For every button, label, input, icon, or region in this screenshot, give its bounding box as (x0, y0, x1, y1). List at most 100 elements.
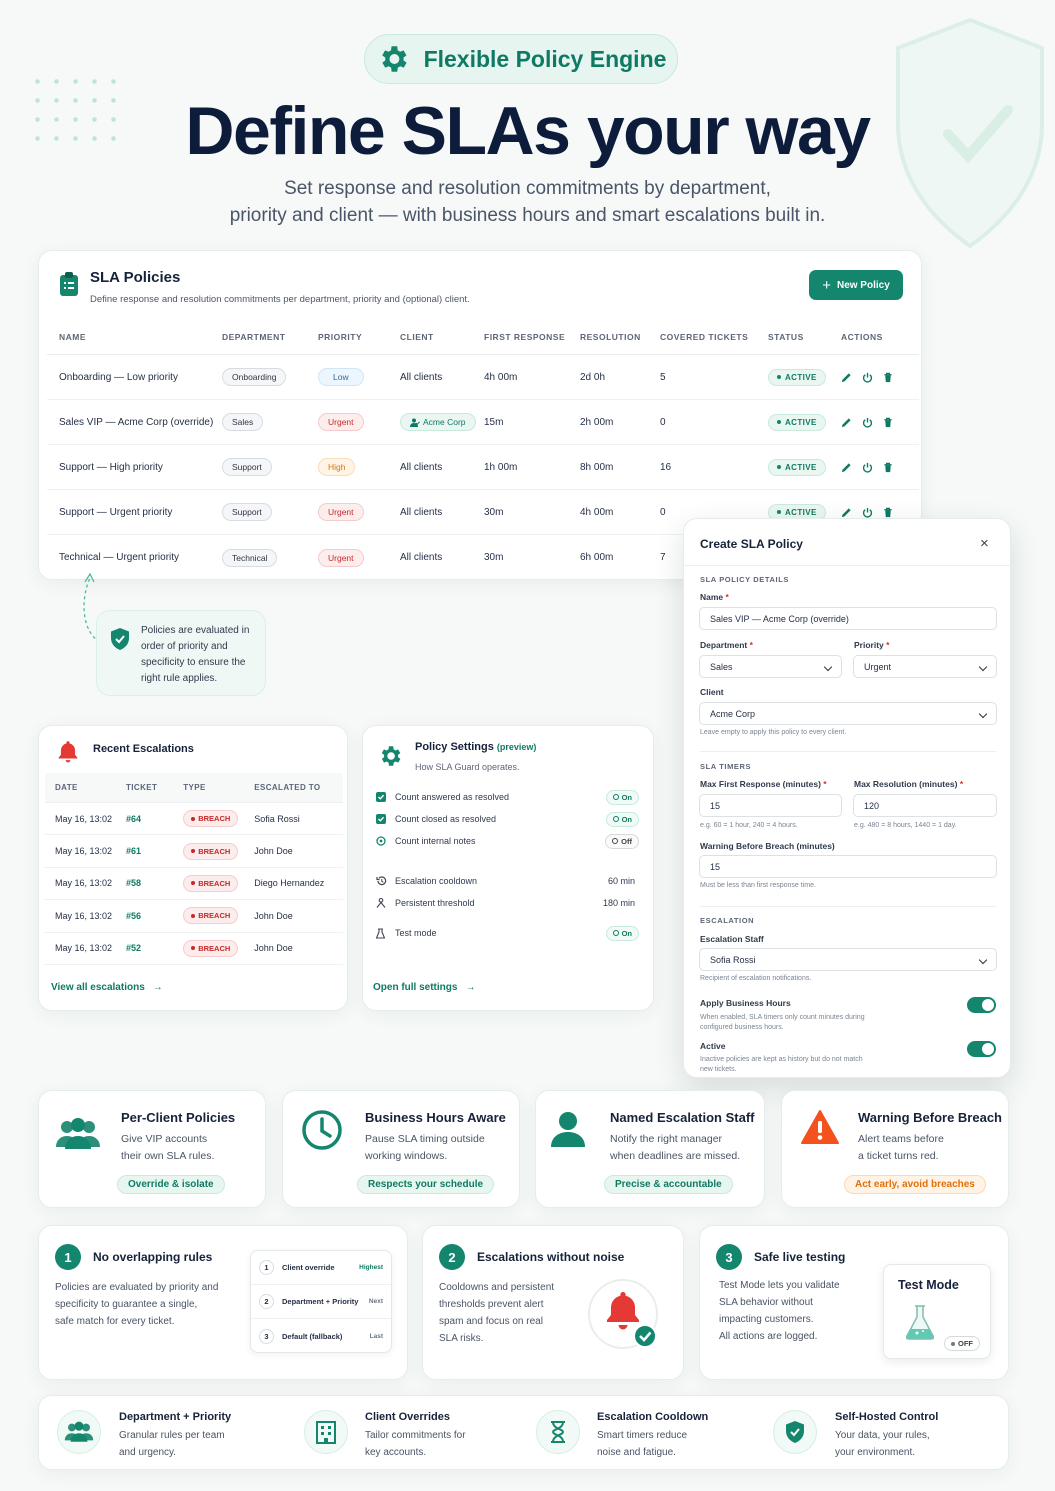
escalation-row[interactable]: May 16, 13:02 #52 BREACH John Doe (45, 933, 343, 965)
setting-toggle-text: On (621, 814, 632, 824)
col-status: STATUS (768, 331, 804, 342)
step-number: 1 (55, 1244, 81, 1270)
edit-icon[interactable] (841, 372, 852, 383)
escalation-ticket-link[interactable]: #52 (126, 943, 183, 953)
settings-row[interactable]: Count closed as resolved On (373, 808, 645, 830)
active-toggle[interactable] (967, 1041, 996, 1057)
setting-toggle[interactable]: Off (605, 833, 639, 849)
feature-card-per-client: Per-Client Policies Give VIP accounts the… (38, 1090, 266, 1208)
escalation-ticket-link[interactable]: #58 (126, 878, 183, 888)
priority-chip: Urgent (318, 548, 364, 567)
escalation-row[interactable]: May 16, 13:02 #61 BREACH John Doe (45, 835, 343, 868)
flask-icon (904, 1303, 936, 1341)
policy-row[interactable]: Support — High priority Support High All cl… (47, 445, 919, 490)
edit-icon[interactable] (841, 417, 852, 428)
escalation-staff-select[interactable]: Sofia Rossi (699, 948, 997, 971)
open-full-settings-link[interactable]: Open full settings → (373, 982, 475, 993)
policy-name: Support — High priority (59, 461, 163, 473)
col-first-response: FIRST RESPONSE (484, 331, 566, 342)
warning-input[interactable]: 15 (699, 855, 997, 878)
rule-row: 1 Client override Highest (251, 1251, 391, 1285)
settings-row[interactable]: Count answered as resolved On (373, 786, 645, 808)
close-icon[interactable]: × (980, 535, 989, 552)
setting-toggle[interactable]: On (605, 789, 639, 805)
check-square-icon (373, 814, 393, 824)
threshold-icon (373, 898, 393, 908)
name-field[interactable]: Sales VIP — Acme Corp (override) (699, 607, 997, 630)
settings-row[interactable]: Escalation cooldown 60 min (373, 870, 645, 892)
department-cell: Technical (222, 548, 318, 567)
page-subtitle: Set response and resolution commitments … (0, 175, 1055, 229)
covered-tickets-value: 16 (660, 461, 672, 473)
department-select[interactable]: Sales (699, 655, 842, 678)
clipboard-icon (59, 271, 79, 297)
client-cell: All clients (400, 507, 484, 518)
breach-text: BREACH (198, 814, 231, 824)
step-number: 2 (439, 1244, 465, 1270)
trash-icon[interactable] (883, 372, 893, 383)
setting-toggle[interactable]: On (605, 811, 639, 827)
feature-tag: Override & isolate (117, 1175, 225, 1194)
escalated-to: John Doe (254, 910, 293, 921)
escalation-type: BREACH (183, 907, 254, 925)
policy-name: Technical — Urgent priority (59, 552, 180, 563)
escalation-ticket-link[interactable]: #56 (126, 911, 183, 921)
breach-badge: BREACH (183, 810, 239, 828)
settings-row[interactable]: Test mode On (373, 922, 645, 944)
trash-icon[interactable] (883, 417, 893, 428)
first-response-value: 4h 00m (484, 371, 518, 383)
edit-icon[interactable] (841, 462, 852, 473)
setting-toggle[interactable]: On (605, 925, 639, 941)
hero-badge: Flexible Policy Engine (364, 34, 678, 84)
escalation-ticket-link[interactable]: #61 (126, 846, 183, 856)
priority-cell: Urgent (318, 413, 400, 431)
settings-row[interactable]: Persistent threshold 180 min (373, 892, 645, 914)
priority-select[interactable]: Urgent (853, 655, 997, 678)
power-icon[interactable] (862, 462, 873, 473)
new-policy-button[interactable]: + New Policy (809, 270, 903, 300)
power-icon[interactable] (862, 372, 873, 383)
escalation-row[interactable]: May 16, 13:02 #64 BREACH Sofia Rossi (45, 803, 343, 836)
priority-cell: Urgent (318, 548, 400, 567)
edit-icon[interactable] (841, 507, 852, 518)
callout-text: Policies are evaluated in order of prior… (141, 625, 250, 684)
actions-cell (841, 372, 911, 383)
client-select[interactable]: Acme Corp (699, 702, 997, 725)
bottom-desc-line: your environment. (835, 1447, 916, 1458)
power-icon[interactable] (862, 417, 873, 428)
policy-row[interactable]: Onboarding — Low priority Onboarding Low Al… (47, 355, 919, 400)
name-label: Name * (700, 592, 729, 602)
policy-row[interactable]: Sales VIP — Acme Corp (override) Sales Urg… (47, 400, 919, 445)
bottom-desc-line: Smart timers reduce (597, 1430, 688, 1441)
rule-row: 2 Department + Priority Next (251, 1285, 391, 1319)
settings-row[interactable]: Count internal notes Off (373, 830, 645, 852)
business-hours-toggle[interactable] (967, 997, 996, 1013)
escalation-row[interactable]: May 16, 13:02 #58 BREACH Diego Hernandez (45, 868, 343, 901)
first-response-input[interactable]: 15 (699, 794, 842, 817)
feature-title: Warning Before Breach (858, 1110, 1002, 1125)
trash-icon[interactable] (883, 462, 893, 473)
view-all-escalations-link[interactable]: View all escalations → (51, 982, 163, 993)
escalation-type: BREACH (183, 939, 254, 957)
first-response-value: 1h 00m (484, 461, 518, 473)
status-cell: ACTIVE (768, 413, 841, 431)
settings-subtitle: How SLA Guard operates. (415, 762, 520, 772)
escalation-ticket-link[interactable]: #64 (126, 814, 183, 824)
benefit-desc-line: specificity to guarantee a single, (55, 1299, 198, 1310)
resolution-input[interactable]: 120 (853, 794, 997, 817)
benefit-card-no-overlap: 1 No overlapping rules Policies are eval… (38, 1225, 408, 1380)
evaluation-callout: Policies are evaluated in order of prior… (96, 610, 266, 696)
power-icon[interactable] (862, 507, 873, 518)
escalation-date: May 16, 13:02 (55, 878, 113, 889)
trash-icon[interactable] (883, 507, 893, 518)
recent-escalations-card: Recent Escalations DATE TICKET TYPE ESCA… (38, 725, 348, 1011)
covered-tickets-value: 0 (660, 416, 666, 428)
setting-toggle-text: On (621, 792, 632, 802)
department-label-text: Department (700, 640, 748, 650)
feature-desc-line: Pause SLA timing outside (365, 1133, 485, 1145)
priority-chip: Urgent (318, 413, 364, 431)
col-ticket: TICKET (126, 783, 158, 792)
client-hint: Leave empty to apply this policy to ever… (700, 729, 847, 736)
bottom-desc-line: and urgency. (119, 1447, 177, 1458)
escalation-row[interactable]: May 16, 13:02 #56 BREACH John Doe (45, 900, 343, 933)
